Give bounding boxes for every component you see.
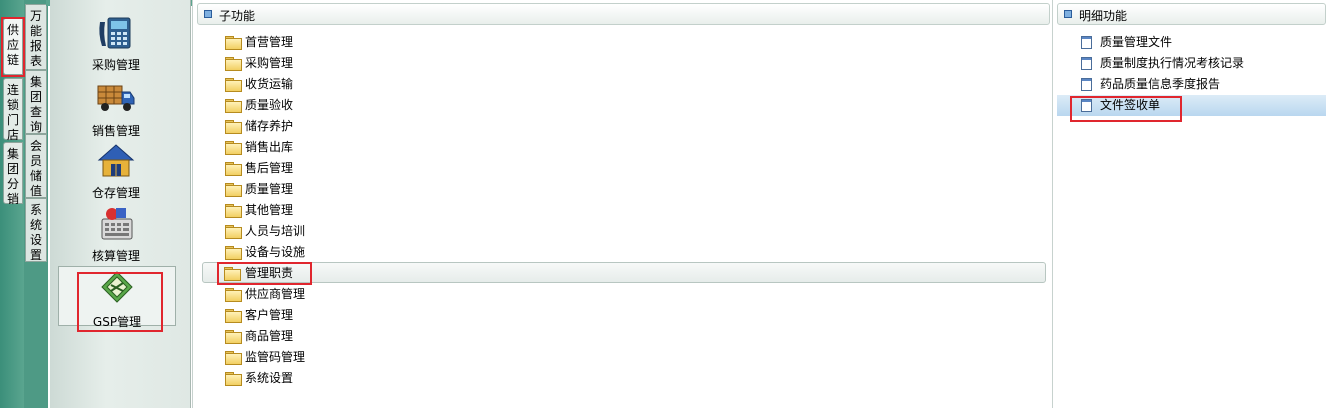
panel-divider-left xyxy=(192,0,193,408)
folder-icon xyxy=(225,204,242,218)
subfunction-item[interactable]: 收货运输 xyxy=(217,74,517,95)
folder-icon xyxy=(225,99,242,113)
subfunction-item[interactable]: 首营管理 xyxy=(217,32,517,53)
subfunction-item[interactable]: 人员与培训 xyxy=(217,221,517,242)
subfunction-item[interactable]: 储存养护 xyxy=(217,116,517,137)
detail-item[interactable]: 药品质量信息季度报告 xyxy=(1057,74,1326,95)
detail-panel-header: 明细功能 xyxy=(1057,3,1326,25)
tab-member-stored-value[interactable]: 会 员 储 值 xyxy=(25,134,47,198)
folder-icon xyxy=(225,78,242,92)
subfunction-item[interactable]: 系统设置 xyxy=(217,368,517,389)
subfunction-item-label: 首营管理 xyxy=(245,35,294,49)
subfunction-item-label: 采购管理 xyxy=(245,56,294,70)
subfunction-item[interactable]: 供应商管理 xyxy=(217,284,517,305)
tab-system-settings[interactable]: 系 统 设 置 xyxy=(25,198,47,262)
subfunction-item-label: 人员与培训 xyxy=(245,224,306,238)
folder-icon xyxy=(225,162,242,176)
folder-icon xyxy=(225,288,242,302)
detail-item-label: 质量制度执行情况考核记录 xyxy=(1100,56,1245,70)
subfunction-item[interactable]: 质量验收 xyxy=(217,95,517,116)
module-sales[interactable]: 销售管理 xyxy=(58,80,174,139)
module-warehouse[interactable]: 仓存管理 xyxy=(58,142,174,201)
subfunction-item-label: 质量验收 xyxy=(245,98,294,112)
subfunction-item[interactable]: 质量管理 xyxy=(217,179,517,200)
subfunction-item-label: 质量管理 xyxy=(245,182,294,196)
subfunction-item-label: 供应商管理 xyxy=(245,287,306,301)
detail-panel-title: 明细功能 xyxy=(1079,9,1128,23)
subfunction-item-label: 管理职责 xyxy=(245,266,294,280)
detail-item-label: 药品质量信息季度报告 xyxy=(1100,77,1221,91)
subfunction-item[interactable]: 管理职责 xyxy=(202,262,1046,283)
folder-icon xyxy=(225,141,242,155)
subfunction-item[interactable]: 其他管理 xyxy=(217,200,517,221)
subfunction-item[interactable]: 销售出库 xyxy=(217,137,517,158)
detail-item-label: 质量管理文件 xyxy=(1100,35,1173,49)
document-icon xyxy=(1081,99,1092,112)
subfunction-item[interactable]: 售后管理 xyxy=(217,158,517,179)
folder-icon xyxy=(225,36,242,50)
folder-icon xyxy=(225,57,242,71)
subfunction-item[interactable]: 采购管理 xyxy=(217,53,517,74)
detail-item-label: 文件签收单 xyxy=(1100,98,1161,112)
subfunction-item-label: 收货运输 xyxy=(245,77,294,91)
folder-icon xyxy=(225,372,242,386)
subfunction-item[interactable]: 客户管理 xyxy=(217,305,517,326)
subfunction-item[interactable]: 商品管理 xyxy=(217,326,517,347)
calculator-icon xyxy=(96,205,136,245)
folder-icon xyxy=(225,330,242,344)
subfunction-item-label: 监管码管理 xyxy=(245,350,306,364)
module-purchase[interactable]: 采购管理 xyxy=(58,14,174,73)
folder-icon xyxy=(224,267,241,281)
tab-group-query[interactable]: 集 团 查 询 xyxy=(25,70,47,134)
tab-chain-stores[interactable]: 连 锁 门 店 xyxy=(3,78,23,142)
tab-universal-reports[interactable]: 万 能 报 表 xyxy=(25,4,47,70)
subfunction-item[interactable]: 设备与设施 xyxy=(217,242,517,263)
module-gsp[interactable]: GSP管理 xyxy=(58,266,176,329)
tab-group-distribution[interactable]: 集 团 分 销 xyxy=(3,142,23,206)
folder-icon xyxy=(225,120,242,134)
square-bullet-icon xyxy=(1064,10,1072,18)
module-column: 采购管理 销售管理 仓存管理 核算管理 GSP管理 xyxy=(50,0,191,408)
gsp-diamond-icon xyxy=(97,271,137,311)
tab-supply-chain[interactable]: 供 应 链 xyxy=(3,18,23,75)
warehouse-house-icon xyxy=(96,142,136,182)
subfunction-item-label: 其他管理 xyxy=(245,203,294,217)
subfunction-panel-title: 子功能 xyxy=(219,9,256,23)
subfunction-item-label: 储存养护 xyxy=(245,119,294,133)
panel-divider-right xyxy=(1052,0,1053,408)
subfunction-panel-header: 子功能 xyxy=(197,3,1050,25)
subfunction-item-label: 系统设置 xyxy=(245,371,294,385)
folder-icon xyxy=(225,309,242,323)
subfunction-item-label: 设备与设施 xyxy=(245,245,306,259)
folder-icon xyxy=(225,246,242,260)
detail-item[interactable]: 文件签收单 xyxy=(1057,95,1326,116)
subfunction-item-label: 销售出库 xyxy=(245,140,294,154)
subfunction-item-label: 客户管理 xyxy=(245,308,294,322)
subfunction-item-label: 售后管理 xyxy=(245,161,294,175)
folder-icon xyxy=(225,225,242,239)
subfunction-item-label: 商品管理 xyxy=(245,329,294,343)
folder-icon xyxy=(225,183,242,197)
detail-item[interactable]: 质量制度执行情况考核记录 xyxy=(1057,53,1326,74)
phone-fax-icon xyxy=(96,14,136,54)
document-icon xyxy=(1081,36,1092,49)
subfunction-item[interactable]: 监管码管理 xyxy=(217,347,517,368)
square-bullet-icon xyxy=(204,10,212,18)
detail-item[interactable]: 质量管理文件 xyxy=(1057,32,1326,53)
document-icon xyxy=(1081,57,1092,70)
folder-icon xyxy=(225,351,242,365)
module-accounting[interactable]: 核算管理 xyxy=(58,205,174,264)
document-icon xyxy=(1081,78,1092,91)
delivery-truck-icon xyxy=(96,80,136,120)
